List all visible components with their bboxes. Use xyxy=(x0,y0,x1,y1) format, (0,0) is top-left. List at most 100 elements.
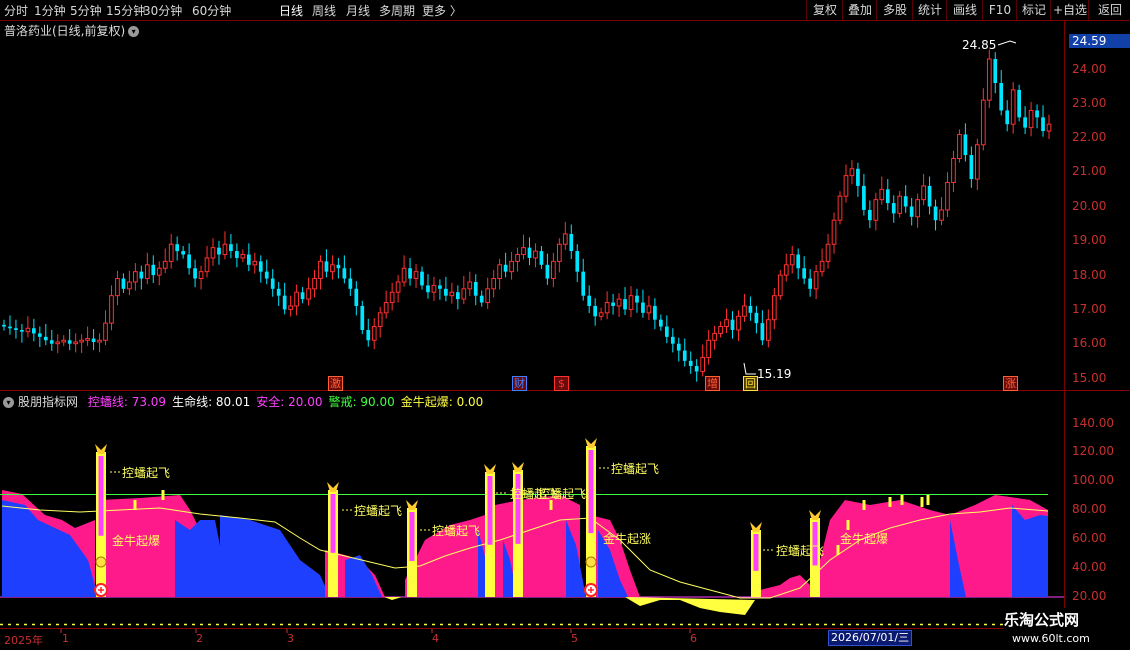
candle-body xyxy=(455,292,460,300)
candle-body xyxy=(659,319,663,327)
toolbar-button-1[interactable]: 叠加 xyxy=(842,0,877,20)
stock-title: 普洛药业(日线,前复权) ▾ xyxy=(4,22,140,39)
timeframe-8[interactable]: 月线 xyxy=(346,2,370,19)
event-marker: 涨 xyxy=(1003,376,1018,391)
candle-body xyxy=(527,247,532,258)
candle-body xyxy=(927,185,932,207)
brand-name: 乐淘公式网 xyxy=(1004,611,1080,629)
candle-body xyxy=(312,278,317,290)
indicator-axis-label: 100.00 xyxy=(1072,473,1114,487)
toolbar-button-8[interactable]: 返回 xyxy=(1088,0,1130,20)
dropdown-icon[interactable]: ▾ xyxy=(128,26,140,37)
price-axis-label: 24.00 xyxy=(1072,62,1107,76)
candle-body xyxy=(999,83,1004,111)
toolbar-button-4[interactable]: 画线 xyxy=(946,0,983,20)
candle-body xyxy=(371,326,377,341)
indicator-value-4: 金牛起爆: 0.00 xyxy=(400,395,484,409)
signal-bar-core xyxy=(98,456,104,536)
candle-body xyxy=(181,251,185,255)
candle-body xyxy=(802,268,807,279)
toolbar-button-6[interactable]: 标记 xyxy=(1016,0,1051,20)
signal-tick xyxy=(888,497,892,507)
candle-body xyxy=(1023,117,1027,128)
candle-body xyxy=(235,251,239,258)
candle-body xyxy=(521,247,526,256)
candle-body xyxy=(127,281,132,290)
candle-body xyxy=(264,271,269,279)
indicator-menu-icon[interactable]: ▾ xyxy=(3,397,14,408)
indicator-value-3: 警戒: 90.00 xyxy=(328,395,395,409)
price-axis-label: 23.00 xyxy=(1072,96,1107,110)
candle-body xyxy=(628,295,634,310)
candle-body xyxy=(336,264,341,269)
candle-body xyxy=(449,291,455,297)
indicator-values: 控蟠线: 73.09 生命线: 80.01 安全: 20.00 警戒: 90.00 金牛… xyxy=(82,395,483,409)
timeframe-7[interactable]: 周线 xyxy=(312,2,336,19)
indicator-axis-label: 120.00 xyxy=(1072,444,1114,458)
candle-body xyxy=(646,305,652,314)
candle-body xyxy=(438,285,442,289)
candle-body xyxy=(736,315,741,331)
candle-body xyxy=(813,271,819,290)
signal-label: 控蟠起飞 xyxy=(538,487,587,501)
toolbar-button-0[interactable]: 复权 xyxy=(806,0,843,20)
timeframe-3[interactable]: 15分钟 xyxy=(106,2,145,19)
candle-body xyxy=(240,254,246,259)
bull-label: 金牛起爆 xyxy=(840,532,889,546)
indicator-area-segment xyxy=(1012,505,1048,597)
indicator-axis-label: 80.00 xyxy=(1072,502,1107,516)
chart-canvas[interactable] xyxy=(0,0,1130,650)
signal-bar-core xyxy=(588,450,594,534)
candle-body xyxy=(676,343,681,351)
timeframe-5[interactable]: 60分钟 xyxy=(192,2,231,19)
candle-body xyxy=(97,339,102,343)
candle-body xyxy=(121,278,126,289)
candle-body xyxy=(939,209,944,221)
candle-body xyxy=(67,340,72,344)
candle-body xyxy=(653,305,657,320)
timeframe-4[interactable]: 30分钟 xyxy=(143,2,182,19)
candle-body xyxy=(461,288,467,300)
bull-label: 金牛起爆 xyxy=(112,534,161,548)
candle-body xyxy=(473,281,478,296)
toolbar-button-2[interactable]: 多股 xyxy=(876,0,913,20)
candle-body xyxy=(360,305,365,330)
toolbar-button-5[interactable]: F10 xyxy=(982,0,1017,20)
candle-body xyxy=(891,203,896,214)
timeframe-1[interactable]: 1分钟 xyxy=(34,2,66,19)
timeframe-10[interactable]: 更多 〉 xyxy=(422,2,462,19)
candle-body xyxy=(8,326,12,329)
candle-body xyxy=(144,264,150,280)
candle-body xyxy=(479,295,484,303)
candle-body xyxy=(819,260,825,273)
candle-body xyxy=(73,341,79,345)
candle-body xyxy=(849,168,855,177)
price-axis-label: 19.00 xyxy=(1072,233,1107,247)
watermark-brand: 乐淘公式网 www.60lt.com xyxy=(1004,608,1130,650)
candle-body xyxy=(175,244,180,252)
x-axis-label: 4 xyxy=(432,632,439,645)
bull-label: 金牛起涨 xyxy=(603,532,652,546)
candle-body xyxy=(168,243,174,262)
candle-body xyxy=(485,288,491,304)
candle-body xyxy=(318,260,323,280)
timeframe-0[interactable]: 分时 xyxy=(4,2,28,19)
timeframe-6[interactable]: 日线 xyxy=(279,2,303,19)
candle-body xyxy=(431,284,437,293)
candle-body xyxy=(252,260,258,266)
toolbar-button-7[interactable]: +自选 xyxy=(1050,0,1089,20)
candle-body xyxy=(354,288,359,306)
candle-body xyxy=(444,288,448,296)
timeframe-2[interactable]: 5分钟 xyxy=(70,2,102,19)
candle-body xyxy=(831,219,837,245)
toolbar-button-3[interactable]: 统计 xyxy=(912,0,947,20)
event-marker: 回 xyxy=(743,376,758,391)
signal-tick xyxy=(846,520,850,530)
candle-body xyxy=(843,175,849,197)
candle-body xyxy=(539,251,544,265)
price-axis-label: 17.00 xyxy=(1072,302,1107,316)
timeframe-9[interactable]: 多周期 xyxy=(379,2,415,19)
candle-body xyxy=(706,339,711,358)
candle-body xyxy=(401,267,407,283)
candle-body xyxy=(754,312,759,324)
